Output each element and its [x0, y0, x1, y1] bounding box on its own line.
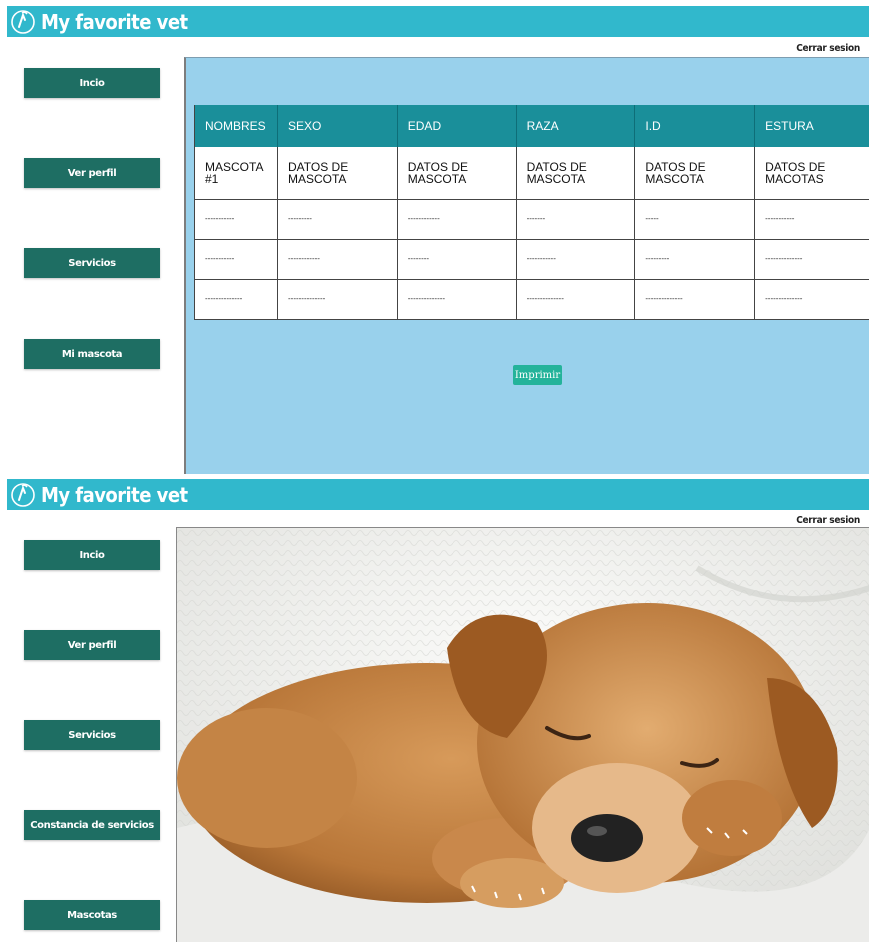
- content-area: NOMBRES SEXO EDAD RAZA I.D ESTURA MASCOT…: [184, 57, 869, 474]
- nav-button-servicios[interactable]: Servicios: [24, 720, 160, 750]
- column-header-raza: RAZA: [516, 105, 636, 147]
- nav-button-mi-mascota[interactable]: Mi mascota: [24, 339, 160, 369]
- column-header-sexo: SEXO: [277, 105, 398, 147]
- app-header: My favorite vet: [7, 6, 869, 37]
- column-header-nombres: NOMBRES: [194, 105, 278, 147]
- table-row: -------------- -------------- ----------…: [194, 279, 869, 320]
- table-cell: --------------: [634, 279, 756, 320]
- nav-button-inicio[interactable]: Incio: [24, 68, 160, 98]
- table-cell: --------------: [516, 279, 636, 320]
- nav-button-servicios[interactable]: Servicios: [24, 248, 160, 278]
- table-cell: DATOS DE MASCOTA: [516, 147, 636, 200]
- table-cell: --------------: [754, 239, 869, 280]
- table-cell: MASCOTA #1: [194, 147, 278, 200]
- table-cell: DATOS DE MASCOTA: [277, 147, 398, 200]
- column-header-id: I.D: [634, 105, 756, 147]
- table-cell: ------------: [397, 199, 517, 240]
- table-cell: -------: [516, 199, 636, 240]
- table-cell: --------------: [277, 279, 398, 320]
- pet-photo-screen: My favorite vet Cerrar sesion Incio Ver …: [0, 476, 869, 943]
- column-header-edad: EDAD: [397, 105, 517, 147]
- table-cell: -----------: [194, 199, 278, 240]
- logout-link[interactable]: Cerrar sesion: [796, 43, 860, 54]
- vet-logo-icon: [11, 9, 35, 34]
- table-cell: ---------: [277, 199, 398, 240]
- pet-table-screen: My favorite vet Cerrar sesion Incio Ver …: [0, 0, 869, 474]
- table-cell: DATOS DE MASCOTA: [397, 147, 517, 200]
- table-cell: -----------: [754, 199, 869, 240]
- table-cell: -----------: [516, 239, 636, 280]
- nav-button-inicio[interactable]: Incio: [24, 540, 160, 570]
- vet-logo-icon: [11, 482, 35, 507]
- table-row: MASCOTA #1 DATOS DE MASCOTA DATOS DE MAS…: [194, 147, 869, 200]
- table-cell: --------------: [754, 279, 869, 320]
- table-cell: ---------: [634, 239, 756, 280]
- table-row: ----------- --------- ------------ -----…: [194, 199, 869, 240]
- table-cell: ------------: [277, 239, 398, 280]
- app-header: My favorite vet: [7, 479, 869, 510]
- nav-button-ver-perfil[interactable]: Ver perfil: [24, 158, 160, 188]
- nav-button-ver-perfil[interactable]: Ver perfil: [24, 630, 160, 660]
- table-cell: --------------: [194, 279, 278, 320]
- logout-link[interactable]: Cerrar sesion: [796, 515, 860, 526]
- table-cell: -----: [634, 199, 756, 240]
- table-cell: --------------: [397, 279, 517, 320]
- app-title: My favorite vet: [41, 9, 188, 34]
- nav-button-constancia[interactable]: Constancia de servicios: [24, 810, 160, 840]
- sleeping-puppy-photo: [176, 527, 869, 942]
- table-cell: -----------: [194, 239, 278, 280]
- table-cell: DATOS DE MACOTAS: [754, 147, 869, 200]
- print-button[interactable]: Imprimir: [513, 365, 562, 385]
- puppy-illustration: [177, 528, 869, 942]
- table-header-row: NOMBRES SEXO EDAD RAZA I.D ESTURA: [194, 105, 869, 147]
- column-header-estura: ESTURA: [754, 105, 869, 147]
- pet-data-table: NOMBRES SEXO EDAD RAZA I.D ESTURA MASCOT…: [194, 105, 869, 320]
- nav-button-mascotas[interactable]: Mascotas: [24, 900, 160, 930]
- table-cell: --------: [397, 239, 517, 280]
- app-title: My favorite vet: [41, 482, 188, 507]
- table-cell: DATOS DE MASCOTA: [634, 147, 756, 200]
- table-row: ----------- ------------ -------- ------…: [194, 239, 869, 280]
